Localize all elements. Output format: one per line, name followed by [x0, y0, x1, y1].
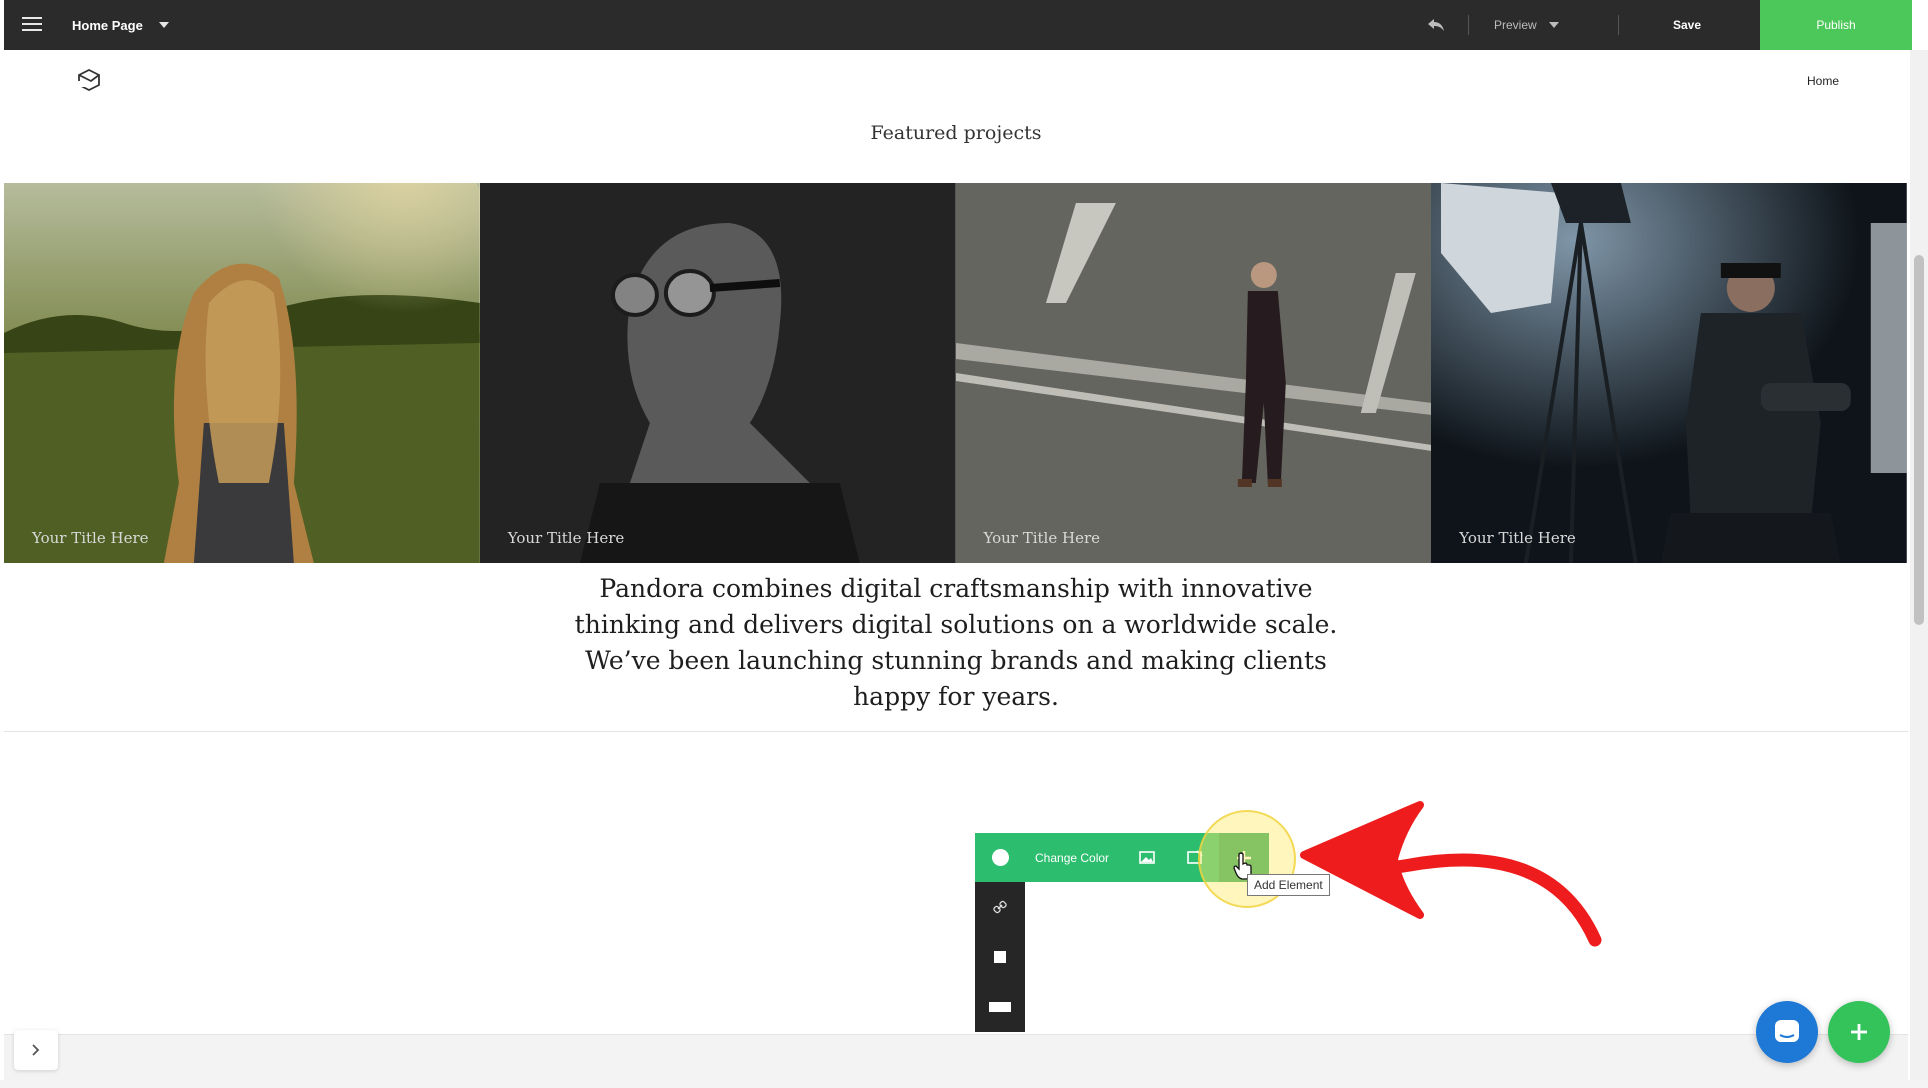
project-title: Your Title Here — [1459, 529, 1576, 547]
chevron-down-icon — [158, 22, 169, 28]
wide-rect-icon — [989, 1002, 1011, 1012]
project-image — [1431, 183, 1907, 563]
color-swatch-icon[interactable] — [992, 849, 1009, 866]
project-image — [955, 183, 1432, 563]
project-title: Your Title Here — [32, 529, 149, 547]
editor-window: Home Page Preview Save Publish Home Feat… — [0, 0, 1928, 1088]
red-arrow-annotation — [1300, 801, 1602, 947]
section-edit-toolbar: Change Color — [975, 833, 1269, 882]
scrollbar-thumb[interactable] — [1914, 255, 1924, 625]
site-logo-icon[interactable] — [76, 67, 102, 93]
nav-link-home[interactable]: Home — [1807, 74, 1839, 88]
link-icon — [993, 900, 1007, 914]
expand-panel-button[interactable] — [14, 1030, 58, 1070]
section-title: Featured projects — [870, 122, 1042, 144]
page-selector[interactable]: Home Page — [72, 0, 169, 50]
editor-bottom-strip — [4, 1034, 1908, 1080]
project-image — [479, 183, 956, 563]
window-bottom-edge — [0, 1080, 1928, 1088]
project-title: Your Title Here — [507, 529, 625, 547]
chat-support-button[interactable] — [1756, 1001, 1818, 1063]
save-button[interactable]: Save — [1644, 0, 1730, 50]
element-side-toolbar — [975, 882, 1025, 1032]
project-title: Your Title Here — [983, 529, 1101, 547]
project-tile[interactable]: Your Title Here — [4, 183, 480, 563]
square-icon — [994, 951, 1006, 963]
vertical-scrollbar[interactable] — [1910, 50, 1928, 1080]
editor-top-bar: Home Page Preview Save Publish — [4, 0, 1912, 50]
projects-gallery: Your Title Here Your Title Here Your Tit… — [4, 183, 1907, 563]
intro-paragraph: Pandora combines digital craftsmanship w… — [574, 574, 1338, 711]
chevron-right-icon — [32, 1044, 40, 1056]
project-tile[interactable]: Your Title Here — [955, 183, 1432, 563]
chat-icon — [1775, 1020, 1799, 1042]
publish-button[interactable]: Publish — [1760, 0, 1912, 50]
toolbar-divider — [1618, 15, 1619, 35]
preview-dropdown[interactable]: Preview — [1494, 0, 1559, 50]
section-divider — [4, 731, 1908, 732]
undo-icon[interactable] — [1424, 13, 1448, 37]
plus-icon — [1851, 1024, 1867, 1040]
change-color-button[interactable]: Change Color — [1035, 833, 1109, 882]
add-section-button[interactable] — [1828, 1001, 1890, 1063]
toolbar-divider — [1468, 15, 1469, 35]
menu-icon[interactable] — [22, 16, 42, 32]
project-image — [4, 183, 480, 563]
chevron-down-icon — [1548, 22, 1559, 28]
link-button[interactable] — [975, 882, 1025, 932]
preview-label: Preview — [1494, 18, 1537, 32]
wide-shape-button[interactable] — [975, 982, 1025, 1032]
image-icon[interactable] — [1137, 847, 1157, 867]
project-tile[interactable]: Your Title Here — [479, 183, 956, 563]
page-selector-label: Home Page — [72, 17, 143, 33]
project-tile[interactable]: Your Title Here — [1431, 183, 1907, 563]
square-shape-button[interactable] — [975, 932, 1025, 982]
